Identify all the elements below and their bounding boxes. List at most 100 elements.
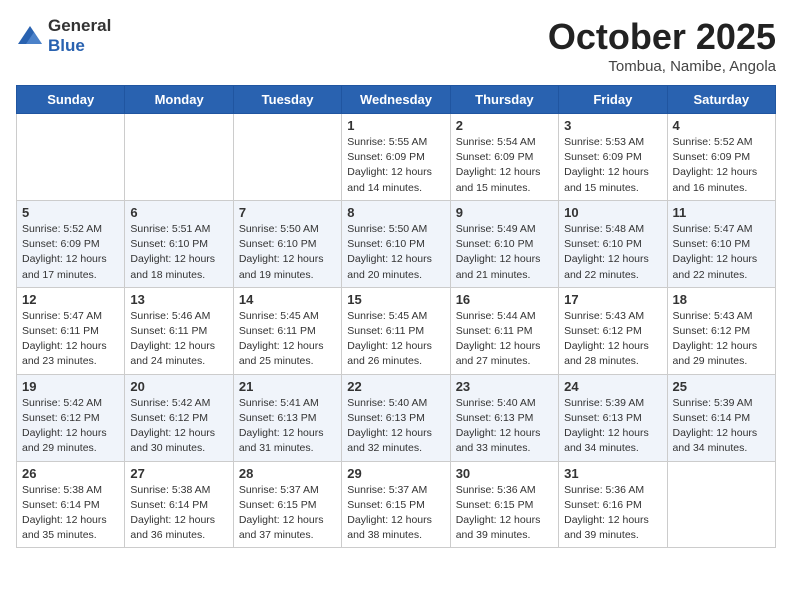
day-number: 23	[456, 379, 553, 394]
day-info: Sunrise: 5:49 AM Sunset: 6:10 PM Dayligh…	[456, 222, 553, 283]
calendar-cell: 28 Sunrise: 5:37 AM Sunset: 6:15 PM Dayli…	[233, 461, 341, 548]
day-number: 29	[347, 466, 444, 481]
day-info: Sunrise: 5:37 AM Sunset: 6:15 PM Dayligh…	[347, 483, 444, 544]
day-number: 7	[239, 205, 336, 220]
day-info: Sunrise: 5:40 AM Sunset: 6:13 PM Dayligh…	[456, 396, 553, 457]
day-info: Sunrise: 5:47 AM Sunset: 6:10 PM Dayligh…	[673, 222, 770, 283]
weekday-header-friday: Friday	[559, 86, 667, 114]
week-row-2: 5 Sunrise: 5:52 AM Sunset: 6:09 PM Daylig…	[17, 200, 776, 287]
day-info: Sunrise: 5:48 AM Sunset: 6:10 PM Dayligh…	[564, 222, 661, 283]
calendar-cell	[125, 114, 233, 201]
calendar-cell: 12 Sunrise: 5:47 AM Sunset: 6:11 PM Dayli…	[17, 287, 125, 374]
day-number: 18	[673, 292, 770, 307]
day-number: 25	[673, 379, 770, 394]
calendar-cell: 15 Sunrise: 5:45 AM Sunset: 6:11 PM Dayli…	[342, 287, 450, 374]
title-area: October 2025 Tombua, Namibe, Angola	[548, 16, 776, 75]
month-title: October 2025	[548, 16, 776, 58]
calendar-cell: 14 Sunrise: 5:45 AM Sunset: 6:11 PM Dayli…	[233, 287, 341, 374]
day-number: 14	[239, 292, 336, 307]
location-subtitle: Tombua, Namibe, Angola	[548, 58, 776, 75]
logo: General Blue	[16, 16, 111, 56]
day-info: Sunrise: 5:52 AM Sunset: 6:09 PM Dayligh…	[673, 135, 770, 196]
calendar-cell: 6Sunrise: 5:51 AM Sunset: 6:10 PM Daylig…	[125, 200, 233, 287]
calendar-cell: 10 Sunrise: 5:48 AM Sunset: 6:10 PM Dayli…	[559, 200, 667, 287]
calendar-cell: 29 Sunrise: 5:37 AM Sunset: 6:15 PM Dayli…	[342, 461, 450, 548]
logo-general: General	[48, 16, 111, 35]
day-info: Sunrise: 5:36 AM Sunset: 6:16 PM Dayligh…	[564, 483, 661, 544]
day-info: Sunrise: 5:40 AM Sunset: 6:13 PM Dayligh…	[347, 396, 444, 457]
logo-icon	[16, 24, 44, 48]
day-info: Sunrise: 5:50 AM Sunset: 6:10 PM Dayligh…	[347, 222, 444, 283]
calendar-cell: 19Sunrise: 5:42 AM Sunset: 6:12 PM Dayli…	[17, 374, 125, 461]
calendar-cell	[667, 461, 775, 548]
calendar-cell	[17, 114, 125, 201]
calendar-cell: 25 Sunrise: 5:39 AM Sunset: 6:14 PM Dayli…	[667, 374, 775, 461]
weekday-header-thursday: Thursday	[450, 86, 558, 114]
day-info: Sunrise: 5:38 AM Sunset: 6:14 PM Dayligh…	[22, 483, 119, 544]
calendar-cell: 17Sunrise: 5:43 AM Sunset: 6:12 PM Dayli…	[559, 287, 667, 374]
day-info: Sunrise: 5:51 AM Sunset: 6:10 PM Dayligh…	[130, 222, 227, 283]
day-number: 24	[564, 379, 661, 394]
day-info: Sunrise: 5:42 AM Sunset: 6:12 PM Dayligh…	[22, 396, 119, 457]
day-info: Sunrise: 5:46 AM Sunset: 6:11 PM Dayligh…	[130, 309, 227, 370]
day-number: 4	[673, 118, 770, 133]
day-info: Sunrise: 5:38 AM Sunset: 6:14 PM Dayligh…	[130, 483, 227, 544]
day-info: Sunrise: 5:47 AM Sunset: 6:11 PM Dayligh…	[22, 309, 119, 370]
day-number: 22	[347, 379, 444, 394]
weekday-header-sunday: Sunday	[17, 86, 125, 114]
calendar-cell: 4 Sunrise: 5:52 AM Sunset: 6:09 PM Daylig…	[667, 114, 775, 201]
calendar-cell: 27 Sunrise: 5:38 AM Sunset: 6:14 PM Dayli…	[125, 461, 233, 548]
day-info: Sunrise: 5:55 AM Sunset: 6:09 PM Dayligh…	[347, 135, 444, 196]
calendar-cell: 21 Sunrise: 5:41 AM Sunset: 6:13 PM Dayli…	[233, 374, 341, 461]
calendar-cell: 22 Sunrise: 5:40 AM Sunset: 6:13 PM Dayli…	[342, 374, 450, 461]
day-number: 20	[130, 379, 227, 394]
day-number: 1	[347, 118, 444, 133]
calendar-cell: 20 Sunrise: 5:42 AM Sunset: 6:12 PM Dayli…	[125, 374, 233, 461]
calendar-cell: 1 Sunrise: 5:55 AM Sunset: 6:09 PM Daylig…	[342, 114, 450, 201]
day-number: 15	[347, 292, 444, 307]
day-number: 21	[239, 379, 336, 394]
day-info: Sunrise: 5:52 AM Sunset: 6:09 PM Dayligh…	[22, 222, 119, 283]
day-info: Sunrise: 5:43 AM Sunset: 6:12 PM Dayligh…	[673, 309, 770, 370]
day-info: Sunrise: 5:50 AM Sunset: 6:10 PM Dayligh…	[239, 222, 336, 283]
week-row-1: 1 Sunrise: 5:55 AM Sunset: 6:09 PM Daylig…	[17, 114, 776, 201]
week-row-3: 12 Sunrise: 5:47 AM Sunset: 6:11 PM Dayli…	[17, 287, 776, 374]
weekday-header-tuesday: Tuesday	[233, 86, 341, 114]
calendar-cell: 2 Sunrise: 5:54 AM Sunset: 6:09 PM Daylig…	[450, 114, 558, 201]
day-number: 28	[239, 466, 336, 481]
day-number: 26	[22, 466, 119, 481]
day-number: 2	[456, 118, 553, 133]
calendar-cell: 13 Sunrise: 5:46 AM Sunset: 6:11 PM Dayli…	[125, 287, 233, 374]
weekday-header-row: SundayMondayTuesdayWednesdayThursdayFrid…	[17, 86, 776, 114]
day-info: Sunrise: 5:54 AM Sunset: 6:09 PM Dayligh…	[456, 135, 553, 196]
day-number: 13	[130, 292, 227, 307]
day-info: Sunrise: 5:39 AM Sunset: 6:14 PM Dayligh…	[673, 396, 770, 457]
week-row-4: 19Sunrise: 5:42 AM Sunset: 6:12 PM Dayli…	[17, 374, 776, 461]
calendar-cell: 23 Sunrise: 5:40 AM Sunset: 6:13 PM Dayli…	[450, 374, 558, 461]
day-info: Sunrise: 5:37 AM Sunset: 6:15 PM Dayligh…	[239, 483, 336, 544]
day-number: 12	[22, 292, 119, 307]
day-number: 27	[130, 466, 227, 481]
calendar-cell: 30Sunrise: 5:36 AM Sunset: 6:15 PM Dayli…	[450, 461, 558, 548]
calendar-cell: 16Sunrise: 5:44 AM Sunset: 6:11 PM Dayli…	[450, 287, 558, 374]
calendar-cell: 5 Sunrise: 5:52 AM Sunset: 6:09 PM Daylig…	[17, 200, 125, 287]
weekday-header-monday: Monday	[125, 86, 233, 114]
day-info: Sunrise: 5:45 AM Sunset: 6:11 PM Dayligh…	[347, 309, 444, 370]
day-info: Sunrise: 5:42 AM Sunset: 6:12 PM Dayligh…	[130, 396, 227, 457]
day-number: 30	[456, 466, 553, 481]
day-number: 10	[564, 205, 661, 220]
calendar-cell: 7 Sunrise: 5:50 AM Sunset: 6:10 PM Daylig…	[233, 200, 341, 287]
day-number: 31	[564, 466, 661, 481]
day-number: 5	[22, 205, 119, 220]
calendar-cell: 11Sunrise: 5:47 AM Sunset: 6:10 PM Dayli…	[667, 200, 775, 287]
day-info: Sunrise: 5:44 AM Sunset: 6:11 PM Dayligh…	[456, 309, 553, 370]
week-row-5: 26 Sunrise: 5:38 AM Sunset: 6:14 PM Dayli…	[17, 461, 776, 548]
day-number: 17	[564, 292, 661, 307]
day-info: Sunrise: 5:53 AM Sunset: 6:09 PM Dayligh…	[564, 135, 661, 196]
day-info: Sunrise: 5:41 AM Sunset: 6:13 PM Dayligh…	[239, 396, 336, 457]
calendar-cell: 18 Sunrise: 5:43 AM Sunset: 6:12 PM Dayli…	[667, 287, 775, 374]
page-header: General Blue October 2025 Tombua, Namibe…	[16, 16, 776, 75]
day-info: Sunrise: 5:45 AM Sunset: 6:11 PM Dayligh…	[239, 309, 336, 370]
calendar-table: SundayMondayTuesdayWednesdayThursdayFrid…	[16, 85, 776, 548]
calendar-cell: 24Sunrise: 5:39 AM Sunset: 6:13 PM Dayli…	[559, 374, 667, 461]
